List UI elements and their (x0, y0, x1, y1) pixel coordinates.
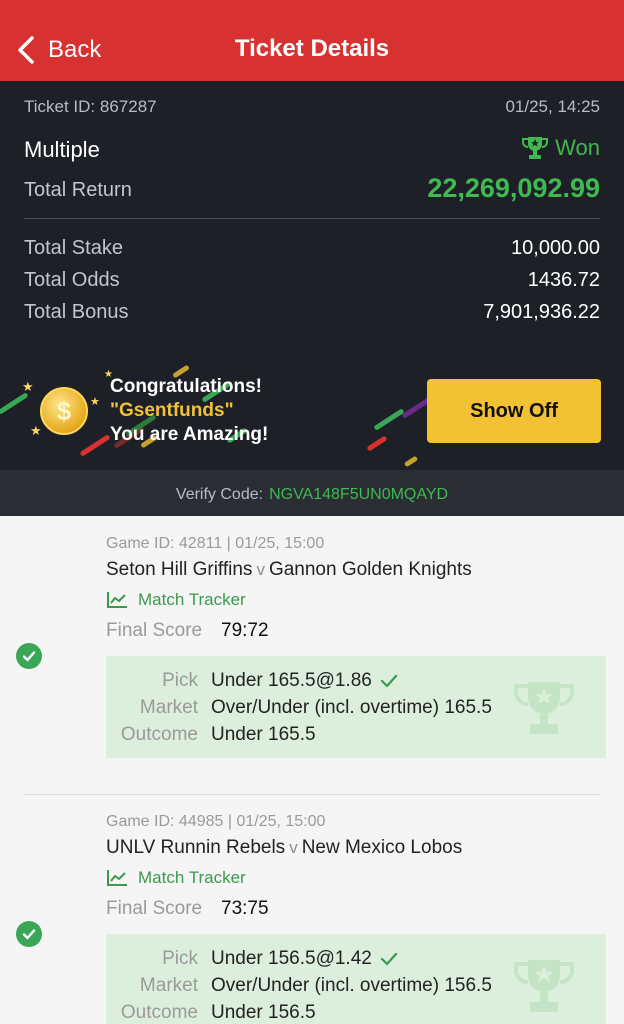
game-teams: UNLV Runnin Rebels v New Mexico Lobos (106, 837, 462, 859)
pick-value: Under 156.5@1.42 (211, 948, 398, 970)
trophy-icon (514, 960, 574, 1012)
market-label: Market (139, 975, 198, 996)
pick-details: Pick Under 156.5@1.42 Market Over/Under … (106, 934, 606, 1024)
market-value: Over/Under (incl. overtime) 165.5 (211, 697, 492, 718)
total-odds-label: Total Odds (24, 269, 120, 291)
total-bonus-value: 7,901,936.22 (483, 301, 600, 323)
home-team: Seton Hill Griffins (106, 559, 253, 580)
chart-line-icon (107, 592, 127, 608)
total-bonus-label: Total Bonus (24, 301, 129, 323)
home-team: UNLV Runnin Rebels (106, 837, 286, 858)
total-return-value: 22,269,092.99 (427, 173, 600, 203)
congrats-text: Congratulations! "Gsentfunds" You are Am… (110, 375, 268, 447)
final-score-label: Final Score (106, 620, 203, 641)
outcome-label: Outcome (120, 1002, 198, 1023)
check-icon (380, 952, 397, 966)
ticket-time: 01/25, 14:25 (505, 97, 600, 116)
pick-details: Pick Under 165.5@1.86 Market Over/Under … (106, 656, 606, 758)
top-bar: Back Ticket Details (0, 0, 624, 81)
outcome-value: Under 156.5 (211, 1002, 316, 1023)
congrats-line: You are Amazing! (110, 424, 269, 445)
congrats-line: Congratulations! (110, 376, 262, 397)
pick-label: Pick (162, 670, 198, 691)
game-teams: Seton Hill Griffins v Gannon Golden Knight… (106, 559, 472, 581)
trophy-icon (514, 682, 574, 734)
status-text: Won (555, 135, 600, 160)
divider (24, 794, 600, 795)
verify-code-bar: Verify Code: NGVA148F5UN0MQAYD (0, 470, 624, 516)
trophy-icon (522, 137, 549, 159)
sparkle-icon: ★ (22, 379, 34, 394)
final-score-label: Final Score (106, 898, 203, 919)
market-value: Over/Under (incl. overtime) 156.5 (211, 975, 492, 996)
confetti-stripe (373, 408, 405, 431)
versus-label: v (256, 560, 265, 579)
divider (24, 218, 600, 219)
outcome-value: Under 165.5 (211, 724, 316, 745)
chart-line-icon (107, 870, 127, 886)
match-tracker-link[interactable]: Match Tracker (106, 868, 246, 888)
away-team: New Mexico Lobos (301, 837, 463, 858)
outcome-label: Outcome (120, 724, 198, 745)
match-tracker-link[interactable]: Match Tracker (106, 590, 246, 610)
verify-label: Verify Code: (175, 486, 264, 503)
congrats-username: "Gsentfunds" (110, 400, 234, 421)
confetti-stripe (366, 435, 388, 452)
coin-icon: $ (40, 387, 88, 435)
confetti-stripe (403, 455, 419, 468)
ticket-id: Ticket ID: 867287 (24, 97, 157, 116)
pick-value: Under 165.5@1.86 (211, 670, 398, 692)
check-circle-icon (16, 921, 42, 947)
versus-label: v (289, 838, 298, 857)
congrats-banner: ★ ★ ★ ★ $ Congratulations! "Gsentfunds" … (0, 351, 624, 470)
page-title: Ticket Details (234, 35, 390, 62)
pick-label: Pick (162, 948, 198, 969)
sparkle-icon: ★ (30, 423, 42, 438)
pick-text: Under 156.5@1.42 (211, 948, 372, 969)
away-team: Gannon Golden Knights (268, 559, 472, 580)
pick-text: Under 165.5@1.86 (211, 670, 372, 691)
sparkle-icon: ★ (90, 396, 100, 408)
ticket-summary: Ticket ID: 867287 01/25, 14:25 Multiple … (0, 81, 624, 470)
market-label: Market (139, 697, 198, 718)
total-stake-value: 10,000.00 (511, 237, 600, 259)
game-list: Game ID: 42811 | 01/25, 15:00 Seton Hill… (0, 516, 624, 1024)
status-badge: Won (521, 135, 600, 161)
game-id: Game ID: 42811 | 01/25, 15:00 (106, 535, 325, 552)
total-return-label: Total Return (24, 179, 132, 201)
final-score-value: 79:72 (221, 620, 269, 641)
total-odds-value: 1436.72 (527, 269, 600, 291)
verify-code[interactable]: NGVA148F5UN0MQAYD (269, 486, 448, 503)
check-icon (380, 674, 397, 688)
total-stake-label: Total Stake (24, 237, 123, 259)
confetti-stripe (79, 434, 111, 457)
show-off-button[interactable]: Show Off (427, 379, 601, 443)
match-tracker-label: Match Tracker (138, 590, 246, 609)
match-tracker-label: Match Tracker (138, 868, 246, 887)
check-circle-icon (16, 643, 42, 669)
final-score-value: 73:75 (221, 898, 269, 919)
game-id: Game ID: 44985 | 01/25, 15:00 (106, 813, 326, 830)
confetti-stripe (0, 392, 29, 415)
bet-type: Multiple (24, 137, 100, 162)
